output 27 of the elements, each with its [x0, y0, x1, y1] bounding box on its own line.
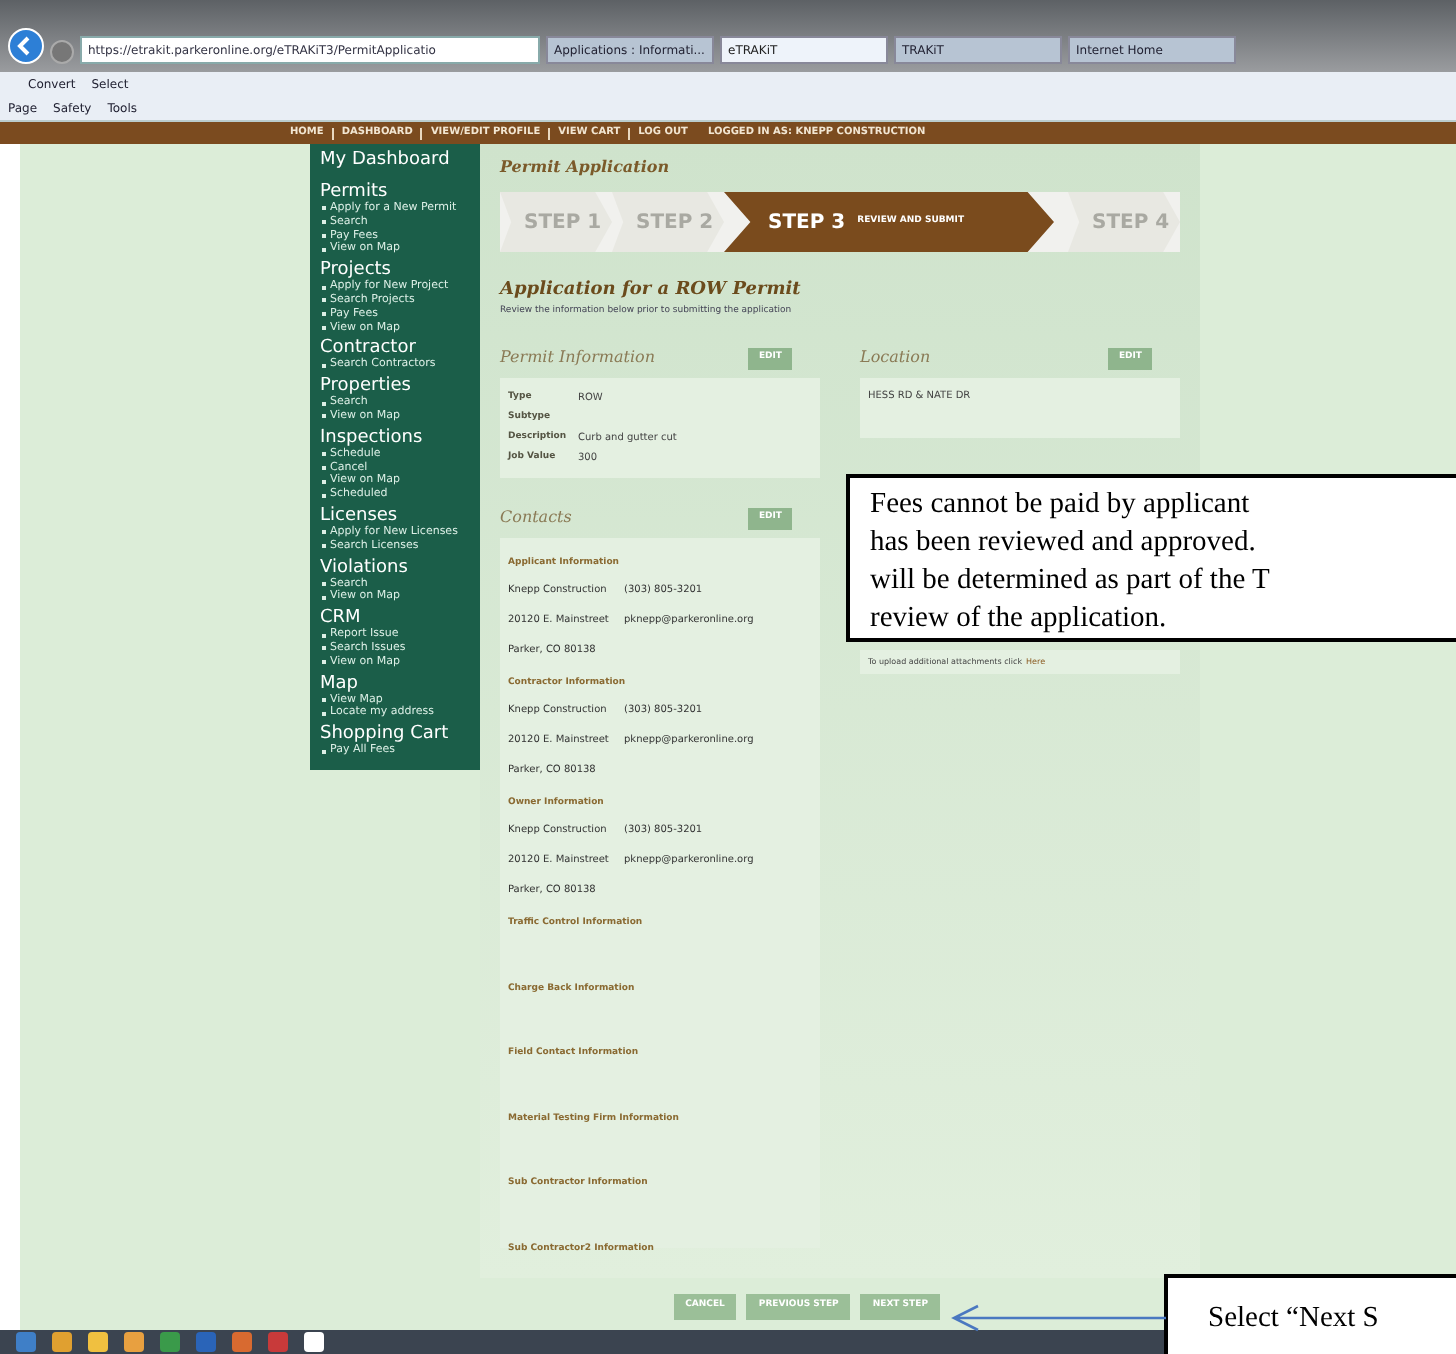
- section-title: Contacts: [500, 506, 572, 531]
- sidebar-heading[interactable]: My Dashboard: [320, 150, 476, 170]
- callout-text: Fees cannot be paid by applicant: [870, 486, 1252, 524]
- callout-text: will be determined as part of the T: [870, 562, 1272, 600]
- sidebar-heading[interactable]: Projects: [320, 260, 476, 281]
- sidebar-heading[interactable]: Properties: [320, 376, 476, 397]
- section-title: Location: [860, 346, 931, 371]
- sidebar-heading[interactable]: Inspections: [320, 427, 476, 448]
- sidebar-heading[interactable]: CRM: [320, 608, 476, 629]
- callout-text: has been reviewed and approved.: [870, 524, 1258, 562]
- sidebar-heading[interactable]: Map: [320, 673, 476, 694]
- section-title: Permit Information: [500, 346, 655, 371]
- forward-button[interactable]: [50, 40, 74, 64]
- application-title: Application for a ROW Permit: [500, 278, 803, 304]
- back-button[interactable]: [8, 28, 44, 64]
- sidebar-heading[interactable]: Licenses: [320, 505, 476, 526]
- step-label: STEP 2: [636, 209, 714, 237]
- sidebar-heading[interactable]: Shopping Cart: [320, 724, 476, 745]
- step-label: STEP 3: [768, 209, 846, 237]
- sidebar-heading[interactable]: Violations: [320, 557, 476, 578]
- sidebar-heading[interactable]: Contractor: [320, 338, 476, 359]
- page-title: Permit Application: [500, 154, 672, 178]
- callout-text: Select “Next S: [1208, 1300, 1381, 1338]
- sidebar-heading[interactable]: Permits: [320, 182, 476, 202]
- step-label: STEP 1: [524, 209, 602, 237]
- step-label: STEP 4: [1092, 209, 1170, 237]
- callout-text: review of the application.: [870, 600, 1169, 638]
